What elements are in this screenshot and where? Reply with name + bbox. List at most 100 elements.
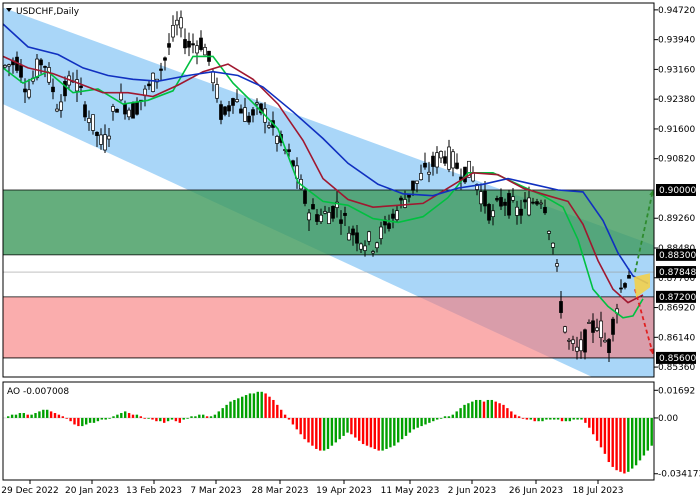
ao-bar bbox=[174, 417, 178, 422]
candle-body bbox=[439, 151, 443, 159]
ao-bar bbox=[205, 416, 209, 418]
ao-bar bbox=[241, 396, 244, 418]
ao-bar bbox=[584, 417, 587, 423]
ao-bar bbox=[494, 401, 497, 418]
candle-body bbox=[315, 214, 319, 222]
ao-bar bbox=[100, 417, 103, 420]
ao-bar bbox=[517, 416, 521, 418]
candle-body bbox=[331, 205, 335, 219]
ao-indicator-label: AO -0.007008 bbox=[7, 387, 69, 397]
ao-bar bbox=[588, 417, 591, 428]
level-label: 0.90000 bbox=[659, 186, 696, 196]
candle-body bbox=[339, 219, 343, 224]
candle-body bbox=[415, 180, 419, 184]
x-tick-label: 18 Jul 2023 bbox=[573, 486, 624, 496]
candle-body bbox=[199, 37, 203, 50]
ao-bar bbox=[186, 417, 189, 419]
ao-bar bbox=[299, 417, 302, 435]
ao-bar bbox=[213, 414, 217, 418]
candle-body bbox=[239, 108, 243, 114]
ao-bar bbox=[397, 417, 400, 443]
ao-bar bbox=[537, 417, 540, 422]
usdchf-chart: 0.94720 0.93940 0.93160 0.92380 0.91600 0.908… bbox=[1, 2, 700, 496]
candle-body bbox=[515, 206, 519, 216]
candle-body bbox=[267, 125, 271, 128]
ao-bar bbox=[634, 417, 638, 466]
ao-bar bbox=[268, 396, 271, 418]
candle-body bbox=[23, 88, 27, 93]
candle-body bbox=[95, 131, 99, 136]
ao-bar bbox=[248, 393, 252, 418]
candle-body bbox=[55, 108, 59, 112]
candle-body bbox=[567, 339, 571, 342]
candle-body bbox=[39, 59, 43, 66]
y-tick-label: 0.91600 bbox=[658, 125, 695, 135]
ao-bar bbox=[631, 417, 634, 469]
x-tick-label: 7 Mar 2023 bbox=[190, 486, 241, 496]
ao-bar bbox=[127, 413, 131, 418]
ao-bar bbox=[81, 417, 84, 427]
candle-body bbox=[403, 199, 407, 208]
ao-bar bbox=[209, 416, 213, 418]
candle-body bbox=[135, 101, 139, 115]
ao-bar bbox=[53, 413, 57, 418]
ao-bar bbox=[525, 417, 529, 420]
candle-body bbox=[75, 79, 79, 92]
ao-bar bbox=[283, 414, 287, 418]
ao-bar bbox=[549, 417, 552, 420]
ao-bar bbox=[533, 417, 536, 422]
ao-bar bbox=[30, 414, 33, 418]
candle-body bbox=[519, 208, 523, 216]
candle-body bbox=[491, 210, 495, 217]
candle-body bbox=[303, 190, 307, 204]
ao-bar bbox=[475, 399, 478, 418]
ao-bar bbox=[260, 391, 263, 418]
candle-body bbox=[311, 204, 315, 210]
candle-body bbox=[495, 198, 499, 201]
ao-bar bbox=[428, 417, 431, 423]
ao-bar bbox=[650, 417, 653, 446]
ao-bar bbox=[599, 417, 603, 448]
candle-body bbox=[443, 156, 447, 164]
candle-body bbox=[307, 212, 311, 221]
candle-body bbox=[423, 162, 427, 168]
candle-body bbox=[107, 135, 111, 140]
candle-body bbox=[483, 190, 487, 207]
x-tick-label: 29 Dec 2022 bbox=[1, 486, 59, 496]
ao-bar bbox=[389, 417, 392, 448]
candle-body bbox=[51, 86, 55, 93]
candle-body bbox=[203, 47, 207, 56]
candle-body bbox=[287, 149, 291, 152]
ao-tick-label: 0.00 bbox=[658, 414, 678, 424]
candle-body bbox=[131, 102, 135, 119]
candle-body bbox=[603, 339, 607, 343]
candle-body bbox=[571, 339, 575, 344]
ao-bar bbox=[178, 417, 181, 423]
ao-bar bbox=[377, 417, 380, 451]
ao-bar bbox=[104, 417, 107, 420]
y-tick-label: 0.89260 bbox=[658, 214, 695, 224]
candle-body bbox=[535, 201, 539, 205]
ao-bar bbox=[135, 414, 139, 418]
candle-body bbox=[367, 231, 371, 242]
candle-body bbox=[607, 339, 611, 353]
ao-bar bbox=[217, 411, 220, 418]
ao-bar bbox=[322, 417, 326, 451]
ao-bar bbox=[151, 417, 154, 420]
candle-body bbox=[219, 104, 223, 120]
ao-bar bbox=[580, 417, 583, 420]
ao-bar bbox=[412, 417, 415, 430]
zone-support bbox=[3, 296, 654, 358]
candle-body bbox=[543, 207, 547, 214]
candle-body bbox=[147, 83, 151, 87]
ao-bar bbox=[295, 417, 298, 430]
candle-body bbox=[351, 228, 355, 236]
ao-bar bbox=[202, 414, 205, 418]
ao-bar bbox=[252, 393, 256, 418]
ao-bar bbox=[73, 417, 76, 425]
y-tick-label: 0.86140 bbox=[658, 333, 695, 343]
candle-body bbox=[375, 242, 379, 249]
candle-body bbox=[359, 243, 363, 250]
candle-body bbox=[447, 146, 451, 170]
candle-body bbox=[195, 45, 199, 54]
